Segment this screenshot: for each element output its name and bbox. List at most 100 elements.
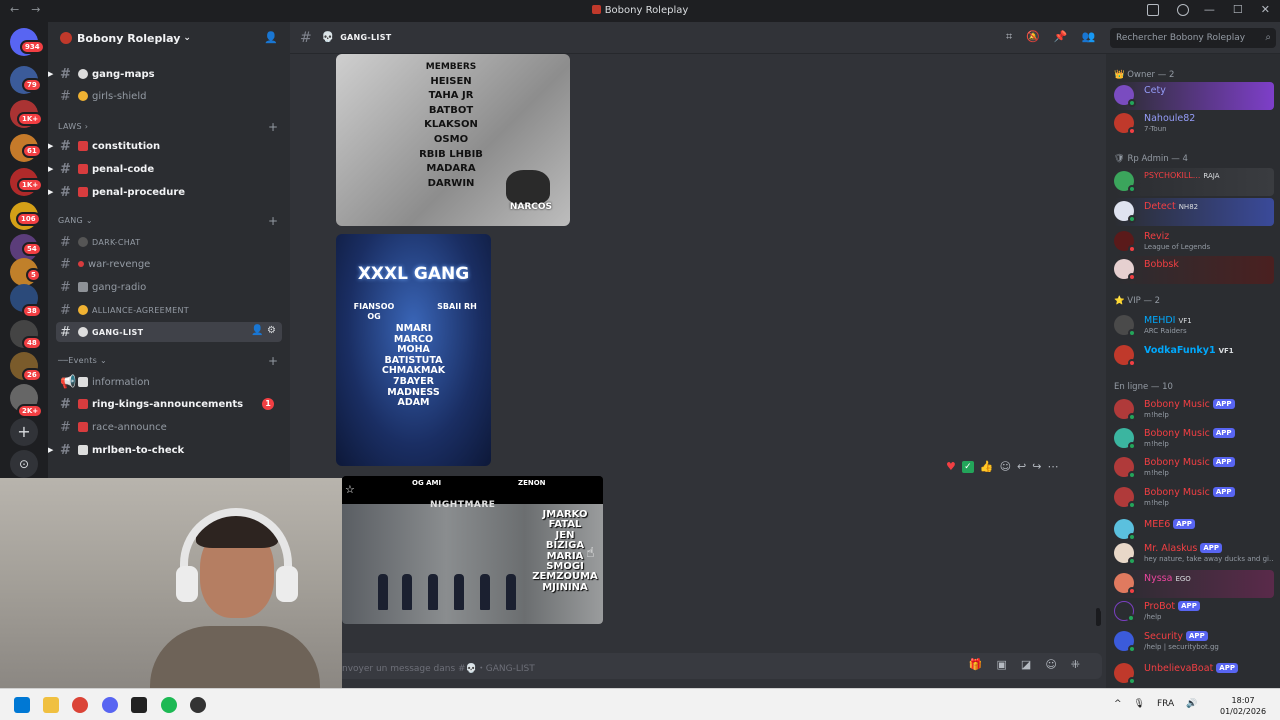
channel-gang-radio[interactable]: # gang-radio — [56, 277, 282, 297]
avatar — [1114, 487, 1136, 509]
members-icon[interactable]: 👥 — [1082, 30, 1096, 44]
channel-penal-procedure[interactable]: ▶ # penal-procedure — [48, 182, 282, 202]
app-badge: APP — [1186, 631, 1208, 641]
close-icon[interactable]: ✕ — [1261, 3, 1270, 16]
page-icon — [78, 445, 88, 455]
channel-war-revenge[interactable]: # war-revenge — [56, 254, 282, 274]
member-item[interactable]: Nahoule82 7-Toun — [1114, 110, 1274, 138]
check-reaction-icon[interactable]: ✓ — [961, 460, 974, 473]
channel-gang-maps[interactable]: ▶ # gang-maps — [48, 64, 282, 84]
pin-icon[interactable]: 📌 — [1054, 30, 1068, 44]
member-item[interactable]: Bobbsk — [1114, 256, 1274, 284]
server-badge: 61 — [22, 144, 42, 158]
channel-constitution[interactable]: ▶ # constitution — [48, 136, 282, 156]
member-name-text: Security — [1144, 631, 1184, 642]
message-list: MEMBERS HEISEN TAHA JR BATBOT KLAKSON OS… — [290, 54, 1106, 650]
heart-reaction-icon[interactable]: ♥ — [946, 460, 956, 473]
channel-race-announce[interactable]: # race-announce — [56, 417, 282, 437]
member-scrollbar[interactable] — [1096, 610, 1101, 626]
obs-icon[interactable] — [190, 697, 206, 713]
spotify-icon[interactable] — [161, 697, 177, 713]
channel-ring-kings-announcements[interactable]: # ring-kings-announcements 1 — [56, 394, 282, 414]
capcut-icon[interactable] — [131, 697, 147, 713]
member-status: m!help — [1144, 499, 1169, 507]
member-status: League of Legends — [1144, 243, 1211, 251]
member-name: Cety — [1144, 85, 1166, 96]
reply-icon[interactable]: ↩ — [1017, 460, 1026, 473]
member-name: HEISEN — [430, 75, 472, 87]
member-item[interactable]: Reviz League of Legends — [1114, 228, 1274, 256]
language-indicator[interactable]: FRA — [1157, 699, 1174, 709]
member-item[interactable]: ProBot APP /help — [1114, 598, 1274, 626]
gift-icon[interactable]: 🎁 — [969, 658, 983, 671]
avatar — [1114, 631, 1136, 653]
apps-icon[interactable]: ⁜ — [1071, 658, 1080, 671]
leader-name: SBAII RH — [437, 302, 477, 311]
person-figure — [506, 574, 516, 610]
more-icon[interactable]: ⋯ — [1047, 460, 1058, 473]
chrome-icon[interactable] — [72, 697, 88, 713]
system-tray: ^ 🎙 FRA 🔊 — [1114, 699, 1197, 709]
member-item[interactable]: Bobony Music APP m!help — [1114, 484, 1274, 512]
sticker-icon[interactable]: ◪ — [1021, 658, 1031, 671]
avatar — [1114, 399, 1136, 421]
search-input[interactable]: Rechercher Bobony Roleplay ⌕ — [1110, 28, 1276, 48]
channel-alliance-agreement[interactable]: # ALLIANCE-AGREEMENT — [56, 300, 282, 320]
member-name: DARWIN — [427, 177, 475, 189]
volume-icon[interactable]: 🔊 — [1186, 699, 1197, 709]
member-item[interactable]: Detect NH82 — [1114, 198, 1274, 226]
minimize-icon[interactable]: — — [1204, 3, 1215, 16]
member-name: RBIB LHBIB — [419, 148, 483, 160]
thumbs-up-reaction-icon[interactable]: 👍 — [980, 460, 994, 473]
category-events[interactable]: ──Events ⌄ + — [58, 354, 278, 368]
member-item[interactable]: Bobony Music APP m!help — [1114, 396, 1274, 424]
channel-girls-shield[interactable]: # girls-shield — [56, 86, 282, 106]
file-explorer-icon[interactable] — [43, 697, 59, 713]
member-item[interactable]: Cety — [1114, 82, 1274, 110]
invite-people-icon[interactable]: 👤 — [264, 31, 278, 44]
discover-icon[interactable]: ⊙ — [10, 450, 38, 478]
add-channel-icon[interactable]: + — [268, 120, 278, 134]
member-item[interactable]: Mr. Alaskus APP hey nature, take away duc… — [1114, 540, 1274, 568]
member-item[interactable]: Nyssa EGO — [1114, 570, 1274, 598]
tray-chevron-icon[interactable]: ^ — [1114, 699, 1122, 709]
inbox-icon[interactable] — [1147, 4, 1159, 16]
avatar — [1114, 345, 1136, 367]
threads-icon[interactable]: ⌗ — [1006, 30, 1012, 44]
member-item[interactable]: UnbelievaBoat APP — [1114, 660, 1274, 688]
gang-poster-xxxl[interactable]: XXXL GANG FIANSOO OG SBAII RH NMARI MARC… — [336, 234, 491, 466]
discord-icon[interactable] — [102, 697, 118, 713]
channel-mrlben-to-check[interactable]: ▶ # mrlben-to-check — [48, 440, 282, 460]
maximize-icon[interactable]: ☐ — [1233, 3, 1243, 16]
favorite-star-icon[interactable]: ☆ — [345, 483, 355, 496]
clock[interactable]: 18:07 01/02/2026 — [1220, 695, 1266, 717]
channel-gang-list[interactable]: # GANG-LIST 👤 ⚙ — [56, 322, 282, 342]
mute-icon[interactable]: 🔕 — [1026, 30, 1040, 44]
windows-start-icon[interactable] — [14, 697, 30, 713]
gang-poster-narcos[interactable]: MEMBERS HEISEN TAHA JR BATBOT KLAKSON OS… — [336, 54, 570, 226]
member-item[interactable]: PSYCHOKILL... RAJA — [1114, 168, 1274, 196]
server-header[interactable]: Bobony Roleplay ⌄ 👤 — [48, 22, 290, 54]
member-item[interactable]: MEHDI VF1 ARC Raiders — [1114, 312, 1274, 340]
add-channel-icon[interactable]: + — [268, 214, 278, 228]
add-server-button[interactable]: + — [10, 418, 38, 446]
gif-icon[interactable]: ▣ — [997, 658, 1007, 671]
gang-poster-nightmare[interactable]: OG AMI ZENON NIGHTMARE JMARKO FATAL JEN … — [342, 476, 603, 624]
category-laws[interactable]: LAWS › + — [58, 120, 278, 134]
emoji-icon[interactable]: ☺ — [1045, 658, 1056, 671]
category-gang[interactable]: GANG ⌄ + — [58, 214, 278, 228]
channel-settings-icon[interactable]: 👤 ⚙ — [251, 325, 276, 336]
member-item[interactable]: Bobony Music APP m!help — [1114, 454, 1274, 482]
microphone-icon[interactable]: 🎙 — [1134, 699, 1145, 709]
member-item[interactable]: Bobony Music APP m!help — [1114, 425, 1274, 453]
member-item[interactable]: Security APP /help | securitybot.gg — [1114, 628, 1274, 656]
add-channel-icon[interactable]: + — [268, 354, 278, 368]
add-reaction-icon[interactable]: ☺ — [1000, 460, 1011, 473]
channel-information[interactable]: 📢 information — [56, 372, 282, 392]
forward-icon[interactable]: ↪ — [1032, 460, 1041, 473]
member-item[interactable]: VodkaFunky1 VF1 — [1114, 342, 1274, 370]
server-badge: 934 — [20, 40, 45, 54]
channel-penal-code[interactable]: ▶ # penal-code — [48, 159, 282, 179]
channel-dark-chat[interactable]: # DARK-CHAT — [56, 232, 282, 252]
help-icon[interactable] — [1177, 4, 1189, 16]
